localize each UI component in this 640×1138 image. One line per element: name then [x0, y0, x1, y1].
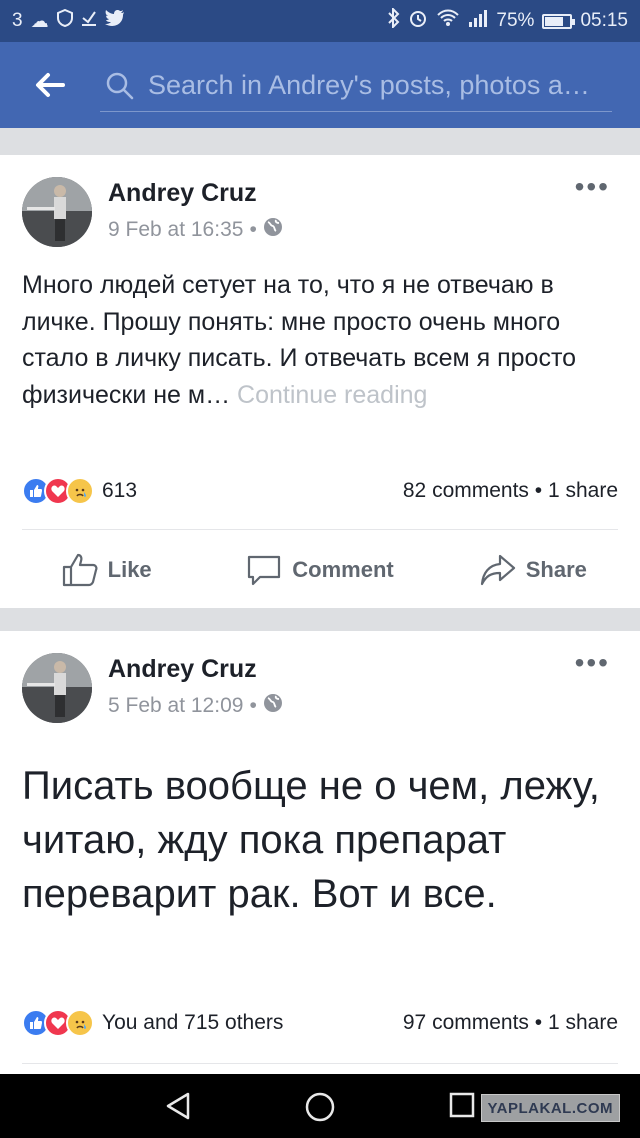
post-author[interactable]: Andrey Cruz: [108, 655, 257, 684]
reaction-count: You and 715 others: [102, 1011, 284, 1034]
post-body: Писать вообще не о чем, лежу, читаю, жду…: [22, 764, 600, 916]
bluetooth-icon: [388, 6, 400, 34]
signal-icon: [468, 9, 488, 33]
thumbs-up-icon: [62, 553, 98, 587]
twitter-icon: [104, 9, 125, 33]
triangle-back-icon: [166, 1092, 190, 1120]
alarm-icon: [408, 8, 428, 34]
battery-icon: [542, 13, 576, 29]
comment-label: Comment: [292, 557, 394, 582]
comment-icon: [248, 555, 281, 586]
navigation-bar: YAPLAKAL.COM: [0, 1074, 640, 1138]
carrier-signal: 3: [12, 10, 23, 31]
avatar[interactable]: [22, 177, 92, 247]
share-button[interactable]: Share: [427, 545, 640, 595]
post-card: Andrey Cruz 9 Feb at 16:35 • ••• Много л…: [0, 155, 640, 608]
wifi-icon: [436, 9, 460, 33]
messenger-icon: ☁: [30, 11, 49, 31]
reaction-count: 613: [102, 479, 138, 502]
square-recents-icon: [449, 1092, 475, 1118]
status-bar: 3 ☁ 75% 05:15: [0, 0, 640, 42]
home-nav-button[interactable]: [304, 1091, 336, 1128]
comment-button[interactable]: Comment: [213, 545, 426, 595]
more-options-icon[interactable]: •••: [575, 173, 610, 201]
sad-reaction-icon: [66, 1009, 94, 1037]
globe-icon: [263, 693, 283, 719]
post-card: Andrey Cruz 5 Feb at 12:09 • ••• Писать …: [0, 631, 640, 1074]
comments-shares[interactable]: 82 comments • 1 share: [403, 479, 618, 503]
post-text: Много людей сетует на то, что я не отвеч…: [22, 267, 622, 413]
sad-reaction-icon: [66, 477, 94, 505]
post-date[interactable]: 5 Feb at 12:09: [108, 694, 243, 718]
post-actions: Like Comment Share: [0, 545, 640, 595]
home-circle-icon: [305, 1092, 335, 1122]
more-options-icon[interactable]: •••: [575, 649, 610, 677]
divider: [22, 529, 618, 530]
post-date[interactable]: 9 Feb at 16:35: [108, 218, 243, 242]
back-button[interactable]: [0, 42, 100, 128]
back-arrow-icon: [36, 73, 65, 97]
like-button[interactable]: Like: [0, 545, 213, 595]
post-author[interactable]: Andrey Cruz: [108, 179, 257, 208]
share-arrow-icon: [480, 554, 515, 586]
like-label: Like: [107, 557, 152, 582]
reactions-summary[interactable]: 613: [22, 477, 137, 505]
globe-icon: [263, 217, 283, 243]
watermark: YAPLAKAL.COM: [480, 1094, 620, 1122]
search-box[interactable]: Search in Andrey's posts, photos a…: [100, 60, 612, 112]
separator-dot: •: [249, 218, 257, 241]
continue-reading-link[interactable]: Continue reading: [237, 381, 427, 409]
search-header: Search in Andrey's posts, photos a…: [0, 42, 640, 128]
post-meta: 9 Feb at 16:35 •: [108, 217, 283, 243]
shield-icon: [56, 8, 73, 33]
post-meta: 5 Feb at 12:09 •: [108, 693, 283, 719]
share-label: Share: [525, 557, 587, 582]
recents-nav-button[interactable]: [448, 1091, 476, 1124]
divider: [22, 1063, 618, 1064]
search-icon: [100, 72, 140, 100]
comments-shares[interactable]: 97 comments • 1 share: [403, 1011, 618, 1035]
clock: 05:15: [580, 10, 628, 31]
avatar[interactable]: [22, 653, 92, 723]
separator-dot: •: [249, 694, 257, 717]
download-icon: [81, 9, 97, 33]
battery-percent: 75%: [496, 10, 535, 31]
search-input[interactable]: Search in Andrey's posts, photos a…: [140, 70, 600, 101]
reactions-summary[interactable]: You and 715 others: [22, 1009, 283, 1037]
back-nav-button[interactable]: [164, 1091, 192, 1126]
